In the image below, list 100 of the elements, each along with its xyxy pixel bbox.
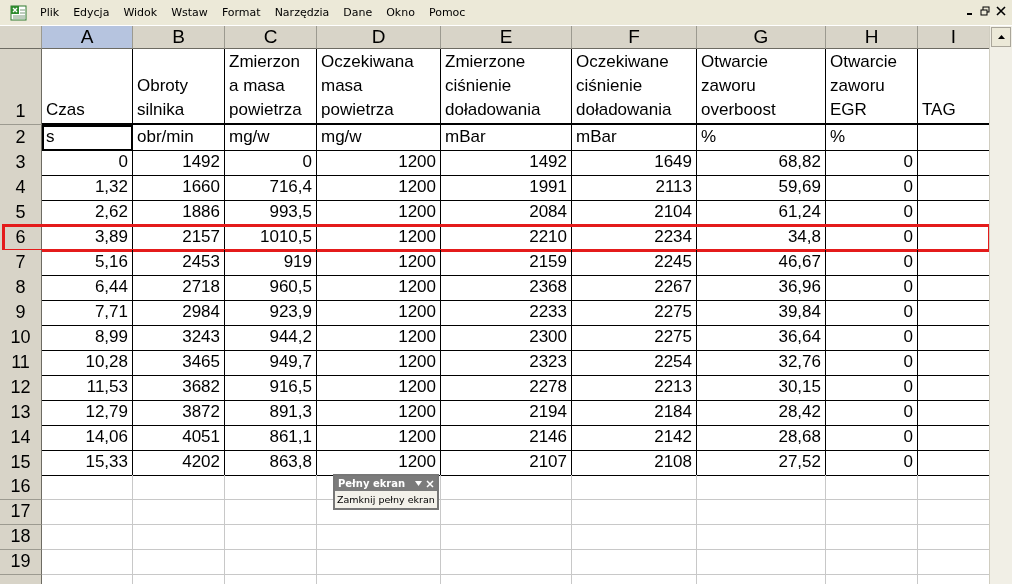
menu-item[interactable]: Narzędzia — [267, 6, 337, 19]
table-cell: % — [826, 125, 918, 151]
table-cell: 1492 — [441, 150, 572, 176]
row-header[interactable]: 18 — [0, 525, 42, 550]
table-cell: 2210 — [441, 225, 572, 251]
table-cell: 0 — [826, 275, 918, 301]
row-header[interactable]: 10 — [0, 325, 42, 351]
vertical-scrollbar[interactable] — [989, 26, 1012, 584]
menu-item[interactable]: Wstaw — [164, 6, 215, 19]
row-header[interactable]: 14 — [0, 425, 42, 451]
row-header[interactable]: 8 — [0, 275, 42, 301]
restore-icon[interactable] — [980, 6, 990, 16]
column-header[interactable]: G — [697, 26, 826, 49]
table-cell: 891,3 — [225, 400, 317, 426]
table-cell: 27,52 — [697, 450, 826, 476]
table-cell: 2984 — [133, 300, 225, 326]
table-cell: 0 — [826, 450, 918, 476]
table-cell: 2157 — [133, 225, 225, 251]
column-header[interactable]: F — [572, 26, 697, 49]
table-cell: 61,24 — [697, 200, 826, 226]
dropdown-icon[interactable] — [415, 481, 422, 486]
scroll-up-button[interactable] — [991, 27, 1011, 47]
close-full-screen-button[interactable]: Zamknij pełny ekran — [335, 491, 437, 508]
table-cell: 39,84 — [697, 300, 826, 326]
table-cell: 1200 — [317, 150, 441, 176]
row-header[interactable]: 13 — [0, 400, 42, 426]
table-cell: 2254 — [572, 350, 697, 376]
table-cell: 0 — [826, 400, 918, 426]
menu-item[interactable]: Okno — [379, 6, 422, 19]
table-cell: 36,96 — [697, 275, 826, 301]
row-header[interactable]: 5 — [0, 200, 42, 226]
table-cell: % — [697, 125, 826, 151]
table-cell: 0 — [826, 150, 918, 176]
close-icon[interactable] — [996, 6, 1006, 16]
row-header[interactable]: 15 — [0, 450, 42, 476]
row-header[interactable]: 11 — [0, 350, 42, 376]
table-cell: 30,15 — [697, 375, 826, 401]
table-cell: 2267 — [572, 275, 697, 301]
table-cell: 11,53 — [42, 375, 133, 401]
table-cell: 863,8 — [225, 450, 317, 476]
table-cell: 2159 — [441, 250, 572, 276]
table-cell: 28,42 — [697, 400, 826, 426]
column-header[interactable]: I — [918, 26, 989, 49]
row-header[interactable]: 17 — [0, 500, 42, 525]
table-cell: 2107 — [441, 450, 572, 476]
table-cell: 28,68 — [697, 425, 826, 451]
table-cell: 32,76 — [697, 350, 826, 376]
menu-item[interactable]: Widok — [116, 6, 165, 19]
table-cell: Otwarcie zaworu EGR — [826, 49, 918, 125]
column-header[interactable]: C — [225, 26, 317, 49]
column-header[interactable]: E — [441, 26, 572, 49]
select-all-corner[interactable] — [0, 26, 42, 49]
menu-item[interactable]: Pomoc — [421, 6, 473, 19]
table-cell: 0 — [826, 350, 918, 376]
row-header[interactable]: 9 — [0, 300, 42, 326]
table-cell: 4051 — [133, 425, 225, 451]
toolbar-title: Pełny ekran — [338, 478, 407, 489]
table-cell: 2213 — [572, 375, 697, 401]
table-cell: 993,5 — [225, 200, 317, 226]
column-header[interactable]: D — [317, 26, 441, 49]
menu-item[interactable]: Edycja — [66, 6, 117, 19]
table-cell: 944,2 — [225, 325, 317, 351]
table-cell: 7,71 — [42, 300, 133, 326]
menu-item[interactable]: Plik — [33, 6, 67, 19]
row-header[interactable]: 1 — [0, 49, 42, 125]
table-cell: 5,16 — [42, 250, 133, 276]
row-header[interactable]: 16 — [0, 475, 42, 500]
row-header[interactable]: 2 — [0, 125, 42, 151]
table-cell: 2194 — [441, 400, 572, 426]
spreadsheet-icon[interactable] — [10, 4, 27, 21]
table-cell: 2113 — [572, 175, 697, 201]
table-cell: 1649 — [572, 150, 697, 176]
table-cell: 2146 — [441, 425, 572, 451]
table-cell: 0 — [826, 325, 918, 351]
table-cell: 2084 — [441, 200, 572, 226]
table-cell: obr/min — [133, 125, 225, 151]
row-header[interactable]: 19 — [0, 550, 42, 575]
table-cell: 960,5 — [225, 275, 317, 301]
table-cell: 3682 — [133, 375, 225, 401]
table-cell: 2245 — [572, 250, 697, 276]
row-header[interactable]: 12 — [0, 375, 42, 401]
menu-item[interactable]: Format — [214, 6, 268, 19]
row-header[interactable]: 4 — [0, 175, 42, 201]
menu-item[interactable]: Dane — [336, 6, 380, 19]
table-cell: 3465 — [133, 350, 225, 376]
table-cell: 3872 — [133, 400, 225, 426]
column-header[interactable]: A — [42, 26, 133, 49]
column-header[interactable]: H — [826, 26, 918, 49]
column-header[interactable]: B — [133, 26, 225, 49]
table-cell: 2104 — [572, 200, 697, 226]
table-cell: 2184 — [572, 400, 697, 426]
table-cell: 2275 — [572, 325, 697, 351]
table-cell: 916,5 — [225, 375, 317, 401]
active-cell: s — [42, 125, 133, 151]
table-cell: 2368 — [441, 275, 572, 301]
row-header[interactable]: 3 — [0, 150, 42, 176]
table-cell: 2300 — [441, 325, 572, 351]
table-cell: 949,7 — [225, 350, 317, 376]
row-header[interactable]: 7 — [0, 250, 42, 276]
table-cell: 1200 — [317, 200, 441, 226]
